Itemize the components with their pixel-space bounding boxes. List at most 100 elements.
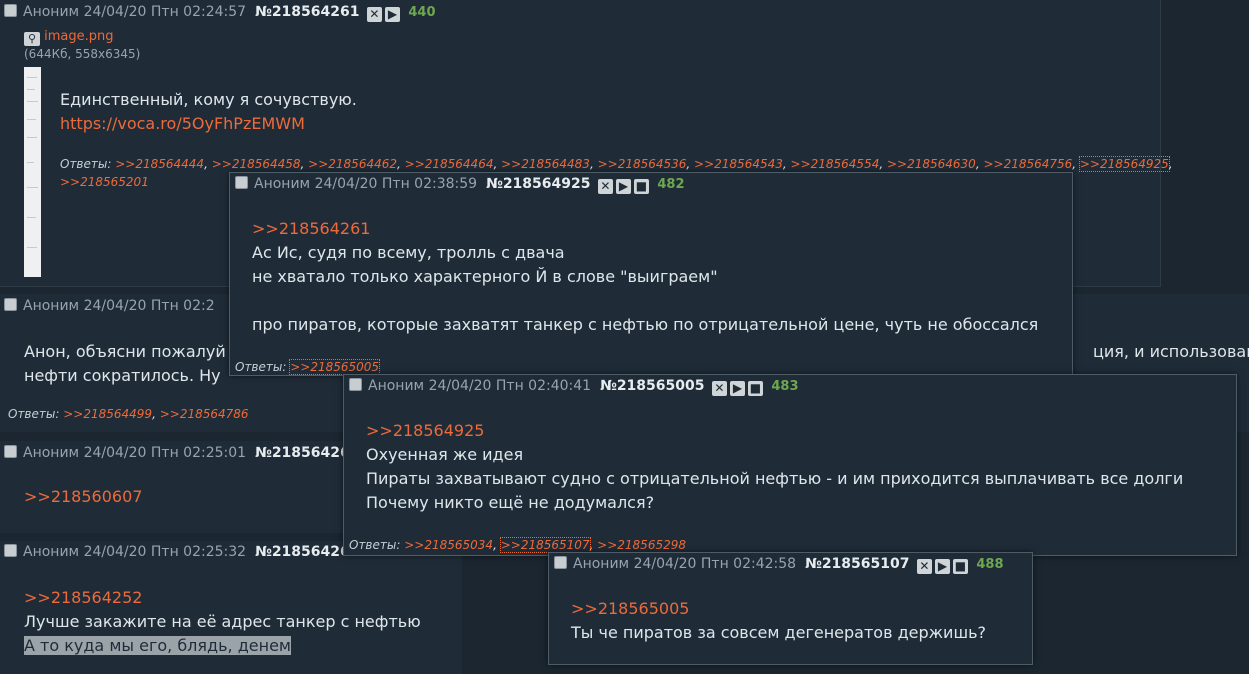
play-icon[interactable]: ▶ — [615, 179, 631, 194]
post-header: Аноним 24/04/20 Птн 02:38:59 №218564925 … — [235, 174, 685, 194]
stop-icon[interactable]: ■ — [952, 559, 968, 574]
file-size: (644Кб, 558x6345) — [24, 47, 141, 61]
author-name: Аноним — [254, 176, 311, 192]
reply-link[interactable]: >>218564786 — [160, 407, 249, 421]
select-checkbox[interactable] — [4, 298, 17, 311]
file-info: ⚲ image.png (644Кб, 558x6345) — [24, 29, 140, 63]
reply-link[interactable]: >>218564458 — [212, 157, 301, 171]
close-icon[interactable]: ✕ — [916, 559, 932, 574]
close-icon[interactable]: ✕ — [366, 7, 382, 22]
magnifier-icon[interactable]: ⚲ — [24, 32, 40, 46]
post-text-line — [252, 289, 1038, 313]
replies-list: Ответы: >>218564499, >>218564786 — [8, 407, 249, 421]
author-name: Аноним — [23, 298, 80, 314]
post-date: 24/04/20 Птн 02:25:32 — [83, 544, 247, 560]
post-header: Аноним 24/04/20 Птн 02:24:57 №218564261 … — [4, 2, 436, 22]
post-text-line: ция, и использовани — [1093, 342, 1249, 361]
post-number[interactable]: №218564925 — [486, 176, 591, 192]
author-name: Аноним — [23, 445, 80, 461]
post-text-line: нефти сократилось. Ну — [24, 366, 221, 385]
quote-link[interactable]: >>218560607 — [24, 485, 142, 509]
replies-label: Ответы: — [349, 538, 401, 552]
file-name-link[interactable]: image.png — [44, 29, 113, 44]
author-name: Аноним — [23, 4, 80, 20]
post-header: Аноним 24/04/20 Птн 02:25:01 №21856426 — [4, 443, 350, 463]
reply-link[interactable]: >>218564756 — [983, 157, 1072, 171]
reply-link[interactable]: >>218565298 — [597, 538, 686, 552]
post-count: 482 — [657, 177, 685, 192]
post-header: Аноним 24/04/20 Птн 02:2 — [4, 296, 215, 316]
reply-link[interactable]: >>218564499 — [63, 407, 152, 421]
reply-link[interactable]: >>218564630 — [887, 157, 976, 171]
play-icon[interactable]: ▶ — [934, 559, 950, 574]
thumbnail-image[interactable] — [24, 67, 41, 277]
quote-link[interactable]: >>218564261 — [252, 217, 1038, 241]
select-checkbox[interactable] — [554, 556, 567, 569]
reply-link[interactable]: >>218564483 — [501, 157, 590, 171]
reply-link[interactable]: >>218564554 — [791, 157, 880, 171]
author-name: Аноним — [368, 378, 425, 394]
select-checkbox[interactable] — [4, 544, 17, 557]
reply-link[interactable]: >>218565005 — [289, 359, 381, 375]
author-name: Аноним — [23, 544, 80, 560]
preview-popup: Аноним 24/04/20 Птн 02:38:59 №218564925 … — [229, 172, 1073, 376]
play-icon[interactable]: ▶ — [729, 381, 745, 396]
reply-link[interactable]: >>218564543 — [694, 157, 783, 171]
post-text-line: Лучше закажите на её адрес танкер с нефт… — [24, 612, 421, 631]
selected-text-line: А то куда мы его, блядь, денем — [24, 636, 291, 655]
post-number[interactable]: №21856426 — [255, 544, 350, 560]
post-body: >>218560607 — [24, 485, 142, 509]
stop-icon[interactable]: ■ — [747, 381, 763, 396]
quote-link[interactable]: >>218564252 — [24, 586, 421, 610]
post-number[interactable]: №218565005 — [600, 378, 705, 394]
play-icon[interactable]: ▶ — [384, 7, 400, 22]
select-checkbox[interactable] — [4, 445, 17, 458]
post-date: 24/04/20 Птн 02:40:41 — [428, 378, 592, 394]
select-checkbox[interactable] — [349, 378, 362, 391]
post-date: 24/04/20 Птн 02:42:58 — [633, 556, 797, 572]
quote-link[interactable]: >>218564925 — [366, 419, 1183, 443]
replies-label: Ответы: — [60, 157, 112, 171]
post-body: >>218564925 Охуенная же идея Пираты захв… — [366, 419, 1183, 515]
post-text-line: Анон, объясни пожалуй — [24, 342, 226, 361]
reply-link[interactable]: >>218564444 — [115, 157, 204, 171]
post-body: Единственный, кому я сочувствую. https:/… — [60, 88, 357, 136]
post-body: >>218564261 Ас Ис, судя по всему, тролль… — [252, 217, 1038, 337]
post-count: 440 — [408, 5, 436, 20]
reply-link[interactable]: >>218564462 — [308, 157, 397, 171]
post-url-link[interactable]: https://voca.ro/5OyFhPzEMWM — [60, 112, 357, 136]
post-text-line: Пираты захватывают судно с отрицательной… — [366, 469, 1184, 488]
reply-link[interactable]: >>218565107 — [499, 537, 591, 553]
preview-popup: Аноним 24/04/20 Птн 02:42:58 №218565107 … — [548, 552, 1033, 665]
post-text-line: Ас Ис, судя по всему, тролль с двача — [252, 243, 565, 262]
post-body: >>218564252 Лучше закажите на её адрес т… — [24, 586, 421, 658]
reply-link[interactable]: >>218565034 — [404, 538, 493, 552]
select-checkbox[interactable] — [235, 176, 248, 189]
select-checkbox[interactable] — [4, 4, 17, 17]
post-number[interactable]: №218565107 — [805, 556, 910, 572]
post-text-line: Единственный, кому я сочувствую. — [60, 90, 357, 109]
reply-link[interactable]: >>218564925 — [1078, 156, 1170, 172]
close-icon[interactable]: ✕ — [597, 179, 613, 194]
post-number[interactable]: №218564261 — [255, 4, 360, 20]
post-count: 483 — [771, 379, 799, 394]
post-text-line: про пиратов, которые захватят танкер с н… — [252, 315, 1039, 334]
reply-link[interactable]: >>218564536 — [598, 157, 687, 171]
post-number[interactable]: №21856426 — [255, 445, 350, 461]
quote-link[interactable]: >>218565005 — [571, 597, 986, 621]
post-date: 24/04/20 Птн 02:24:57 — [83, 4, 247, 20]
post-header: Аноним 24/04/20 Птн 02:42:58 №218565107 … — [554, 554, 1004, 574]
stop-icon[interactable]: ■ — [633, 179, 649, 194]
post-header: Аноним 24/04/20 Птн 02:40:41 №218565005 … — [349, 376, 799, 396]
post-text-line: не хватало только характерного Й в слове… — [252, 267, 718, 286]
replies-label: Ответы: — [8, 407, 60, 421]
reply-link[interactable]: >>218564464 — [405, 157, 494, 171]
post-count: 488 — [976, 557, 1004, 572]
post-date: 24/04/20 Птн 02:38:59 — [314, 176, 478, 192]
post-body: Анон, объясни пожалуй нефти сократилось.… — [24, 340, 226, 388]
reply-link[interactable]: >>218565201 — [60, 175, 149, 189]
close-icon[interactable]: ✕ — [711, 381, 727, 396]
post-text-line: Ты че пиратов за совсем дегенератов держ… — [571, 623, 987, 642]
reply-post: Аноним 24/04/20 Птн 02:25:32 №21856426 >… — [0, 541, 462, 674]
post-date: 24/04/20 Птн 02:2 — [83, 298, 215, 314]
